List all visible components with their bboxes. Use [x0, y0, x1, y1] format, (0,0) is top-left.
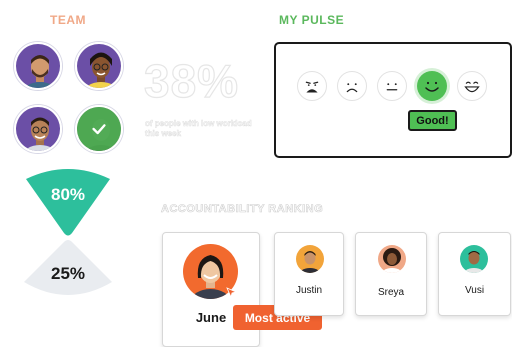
- avatar-man-glasses-icon: [16, 107, 60, 151]
- distressed-face-icon: [305, 81, 319, 93]
- checkmark-overlay: [77, 107, 121, 151]
- neutral-face-icon: [386, 83, 398, 91]
- avatar-man-teal-icon: [460, 245, 488, 273]
- workload-stat-value: 38%: [143, 55, 240, 107]
- wedge-25-label: 25%: [50, 264, 86, 283]
- workload-stat-caption: of people with low workload this week: [145, 119, 252, 139]
- happy-face-button[interactable]: [417, 71, 447, 101]
- team-heading: TEAM: [50, 13, 86, 27]
- wedge-25: 25%: [22, 238, 114, 300]
- vusi-name: Vusi: [464, 285, 485, 296]
- avatar-woman-curly-icon: [378, 245, 406, 273]
- happy-face-icon: [425, 81, 439, 92]
- avatar-man-icon: [296, 245, 324, 273]
- distressed-face-button[interactable]: [297, 71, 327, 101]
- sreya-name: Sreya: [377, 287, 405, 298]
- accountability-heading: ACCOUNTABILITY RANKING: [161, 203, 324, 216]
- neutral-face-button[interactable]: [377, 71, 407, 101]
- avatar-man-beard-icon: [16, 44, 60, 88]
- team-avatar-2[interactable]: [75, 42, 123, 90]
- pulse-heading: MY PULSE: [279, 13, 345, 27]
- team-avatar-3[interactable]: [14, 105, 62, 153]
- wedge-80: 80%: [22, 165, 114, 237]
- wedge-80-label: 80%: [50, 185, 86, 204]
- avatar-woman-glasses-icon: [77, 44, 121, 88]
- cursor-arrow-icon: [226, 287, 238, 299]
- team-avatar-4[interactable]: [75, 105, 123, 153]
- justin-name: Justin: [295, 285, 323, 296]
- sad-face-icon: [346, 83, 358, 93]
- vusi-avatar: [460, 245, 488, 273]
- checkmark-icon: [92, 124, 106, 135]
- grinning-face-button[interactable]: [457, 71, 487, 101]
- sreya-avatar: [378, 245, 406, 273]
- justin-avatar: [296, 245, 324, 273]
- sad-face-button[interactable]: [337, 71, 367, 101]
- team-avatar-1[interactable]: [14, 42, 62, 90]
- grinning-face-icon: [464, 81, 480, 93]
- pulse-selected-label: Good!: [408, 110, 457, 131]
